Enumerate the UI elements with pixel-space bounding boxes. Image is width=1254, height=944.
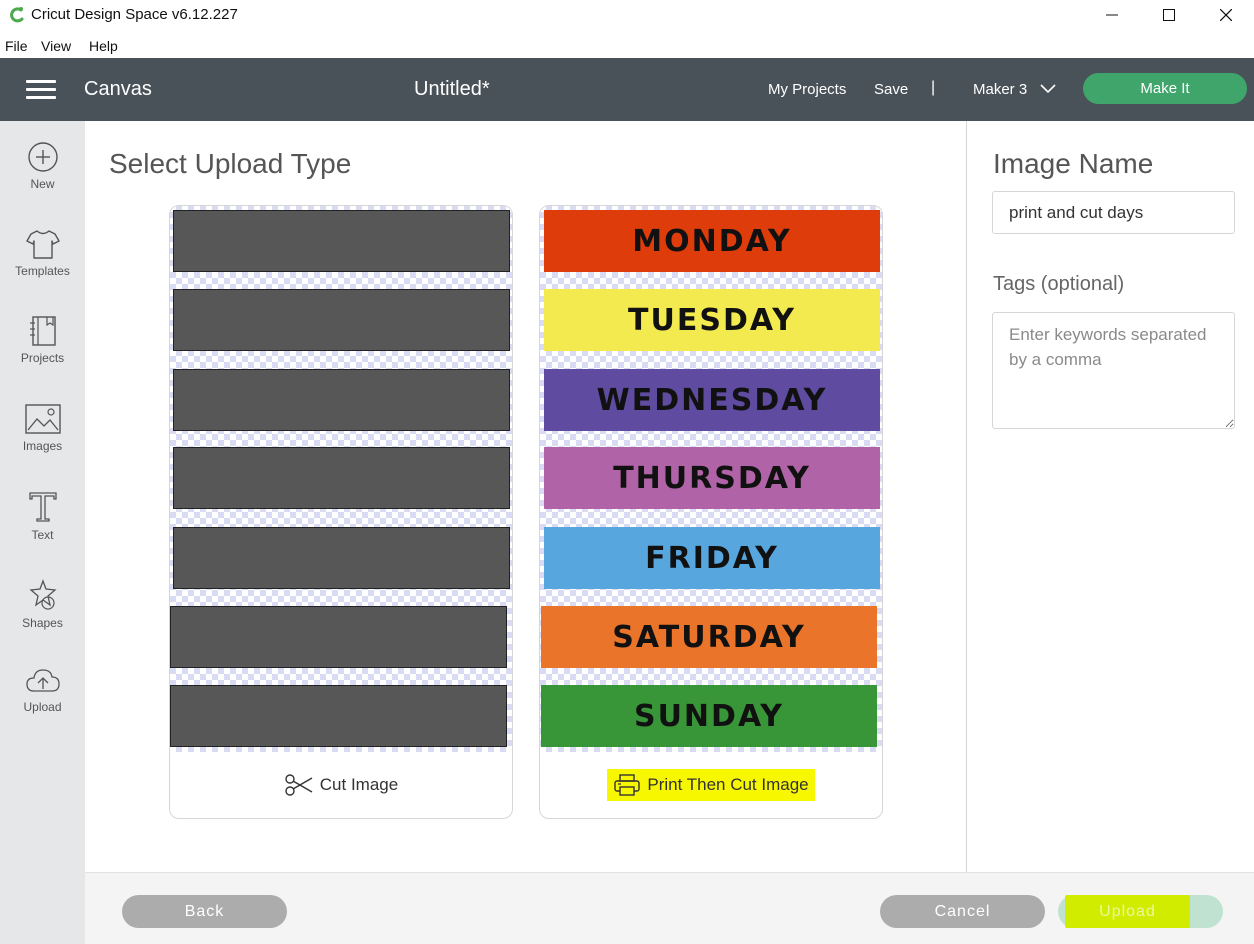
image-icon xyxy=(24,404,61,434)
menu-view[interactable]: View xyxy=(41,38,71,54)
document-title: Untitled* xyxy=(414,78,490,100)
scissors-icon xyxy=(285,774,313,796)
machine-selector[interactable]: Maker 3 xyxy=(973,81,1027,98)
printer-icon xyxy=(614,774,641,796)
sidebar-item-label: Templates xyxy=(15,264,70,278)
day-strip: FRIDAY xyxy=(544,527,880,589)
sidebar-item-images[interactable]: Images xyxy=(0,403,85,483)
my-projects-link[interactable]: My Projects xyxy=(768,81,846,98)
day-label: MONDAY xyxy=(632,223,792,259)
cut-strip xyxy=(170,606,507,668)
highlight-marker: Print Then Cut Image xyxy=(607,769,815,801)
window-title-bar: Cricut Design Space v6.12.227 xyxy=(0,0,1254,32)
header-section-title: Canvas xyxy=(84,78,152,100)
cut-strip xyxy=(173,527,510,589)
menu-file[interactable]: File xyxy=(5,38,28,54)
print-then-cut-card[interactable]: MONDAY TUESDAY WEDNESDAY THURSDAY FRIDAY… xyxy=(539,205,883,819)
cut-image-option[interactable]: Cut Image xyxy=(170,752,512,818)
upload-button[interactable]: Upload xyxy=(1058,895,1223,928)
cut-image-card[interactable]: Cut Image xyxy=(169,205,513,819)
maximize-icon xyxy=(1163,9,1175,21)
day-label: TUESDAY xyxy=(628,302,796,338)
image-name-heading: Image Name xyxy=(993,148,1154,179)
sidebar-item-text[interactable]: Text xyxy=(0,490,85,570)
notebook-icon xyxy=(29,316,56,346)
header-separator: | xyxy=(931,79,936,96)
sidebar-item-label: Images xyxy=(22,439,63,453)
day-label: SUNDAY xyxy=(633,698,785,734)
footer-bar: Back Cancel Upload xyxy=(85,872,1254,944)
cricut-logo-icon xyxy=(10,7,24,23)
minimize-icon xyxy=(1106,14,1118,16)
day-strip: SATURDAY xyxy=(541,606,877,668)
day-label: WEDNESDAY xyxy=(596,382,828,418)
minimize-button[interactable] xyxy=(1084,0,1140,30)
day-strip: WEDNESDAY xyxy=(544,369,880,431)
chevron-down-icon[interactable] xyxy=(1040,84,1056,94)
sidebar-item-upload[interactable]: Upload xyxy=(0,666,85,746)
save-link[interactable]: Save xyxy=(874,81,908,98)
left-sidebar: New Templates Projects Images Text Shape… xyxy=(0,121,85,944)
cut-strip xyxy=(170,685,507,747)
day-strip: TUESDAY xyxy=(544,289,880,351)
main-content: Select Upload Type Cut Image MONDAY TUES… xyxy=(85,121,966,872)
tags-label: Tags (optional) xyxy=(993,273,1125,295)
tags-textarea[interactable] xyxy=(992,312,1235,429)
hamburger-menu-icon[interactable] xyxy=(26,80,56,100)
day-label: THURSDAY xyxy=(613,460,811,496)
cut-strip xyxy=(173,447,510,509)
make-it-button[interactable]: Make It xyxy=(1083,73,1247,104)
back-button[interactable]: Back xyxy=(122,895,287,928)
sidebar-item-new[interactable]: New xyxy=(0,141,85,221)
cloud-upload-icon xyxy=(25,669,60,692)
menu-help[interactable]: Help xyxy=(89,38,118,54)
sidebar-item-projects[interactable]: Projects xyxy=(0,315,85,395)
cut-strip xyxy=(173,210,510,272)
cut-image-preview xyxy=(170,206,512,752)
day-label: SATURDAY xyxy=(612,619,806,655)
cut-image-label: Cut Image xyxy=(319,775,399,794)
shapes-icon xyxy=(28,579,57,610)
window-title: Cricut Design Space v6.12.227 xyxy=(31,6,238,23)
sidebar-item-label: New xyxy=(30,177,55,191)
text-t-icon xyxy=(28,492,57,522)
cancel-button[interactable]: Cancel xyxy=(880,895,1045,928)
image-details-panel: Image Name Tags (optional) xyxy=(966,121,1254,872)
day-label: FRIDAY xyxy=(645,540,779,576)
sidebar-item-label: Text xyxy=(31,528,54,542)
upload-button-label: Upload xyxy=(1065,895,1190,928)
day-strip: SUNDAY xyxy=(541,685,877,747)
sidebar-item-label: Projects xyxy=(20,351,65,365)
print-then-cut-option[interactable]: Print Then Cut Image xyxy=(540,752,882,818)
cut-strip xyxy=(173,289,510,351)
menu-bar: File View Help xyxy=(0,34,1254,58)
day-strip: THURSDAY xyxy=(544,447,880,509)
app-header: Canvas Untitled* My Projects Save | Make… xyxy=(0,58,1254,121)
close-icon xyxy=(1220,9,1232,21)
day-strip: MONDAY xyxy=(544,210,880,272)
page-title: Select Upload Type xyxy=(109,148,352,179)
image-name-input[interactable] xyxy=(992,191,1235,234)
sidebar-item-label: Upload xyxy=(23,700,62,714)
cut-strip xyxy=(173,369,510,431)
sidebar-item-shapes[interactable]: Shapes xyxy=(0,578,85,658)
close-button[interactable] xyxy=(1198,0,1254,30)
sidebar-item-label: Shapes xyxy=(22,616,63,630)
plus-circle-icon xyxy=(27,142,58,172)
print-then-cut-preview: MONDAY TUESDAY WEDNESDAY THURSDAY FRIDAY… xyxy=(540,206,882,752)
print-then-cut-label: Print Then Cut Image xyxy=(647,775,809,794)
maximize-button[interactable] xyxy=(1141,0,1197,30)
tshirt-icon xyxy=(25,230,60,259)
sidebar-item-templates[interactable]: Templates xyxy=(0,228,85,308)
